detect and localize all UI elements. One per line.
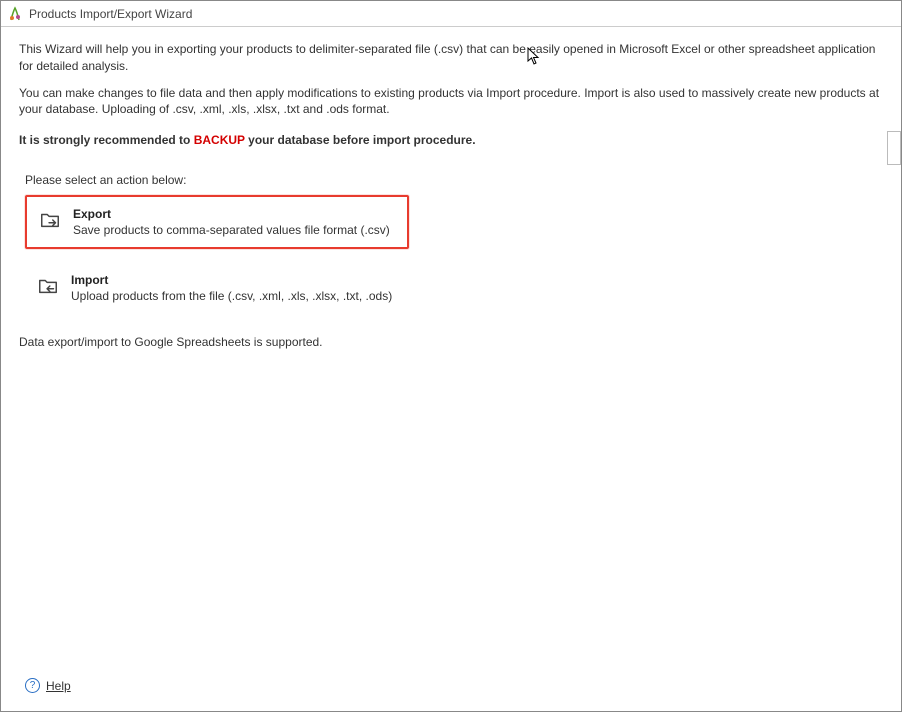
import-option[interactable]: Import Upload products from the file (.c… bbox=[25, 263, 409, 313]
intro-paragraph-1: This Wizard will help you in exporting y… bbox=[19, 41, 883, 75]
import-description: Upload products from the file (.csv, .xm… bbox=[71, 289, 392, 303]
export-option[interactable]: Export Save products to comma-separated … bbox=[25, 195, 409, 249]
folder-import-icon bbox=[37, 275, 59, 297]
export-description: Save products to comma-separated values … bbox=[73, 223, 390, 237]
folder-export-icon bbox=[39, 209, 61, 231]
help-icon: ? bbox=[25, 678, 40, 693]
recommend-post: your database before import procedure. bbox=[245, 133, 476, 147]
help-link[interactable]: ? Help bbox=[25, 678, 71, 693]
backup-recommendation: It is strongly recommended to BACKUP you… bbox=[19, 132, 883, 149]
help-label: Help bbox=[46, 679, 71, 693]
app-icon bbox=[7, 6, 23, 22]
recommend-pre: It is strongly recommended to bbox=[19, 133, 194, 147]
recommend-backup: BACKUP bbox=[194, 133, 245, 147]
intro-paragraph-2: You can make changes to file data and th… bbox=[19, 85, 883, 119]
side-panel-button[interactable] bbox=[887, 131, 901, 165]
export-title: Export bbox=[73, 207, 390, 221]
google-spreadsheets-note: Data export/import to Google Spreadsheet… bbox=[19, 335, 883, 349]
import-title: Import bbox=[71, 273, 392, 287]
window-titlebar: Products Import/Export Wizard bbox=[1, 1, 901, 27]
select-action-label: Please select an action below: bbox=[25, 173, 883, 187]
window-title: Products Import/Export Wizard bbox=[29, 7, 192, 21]
